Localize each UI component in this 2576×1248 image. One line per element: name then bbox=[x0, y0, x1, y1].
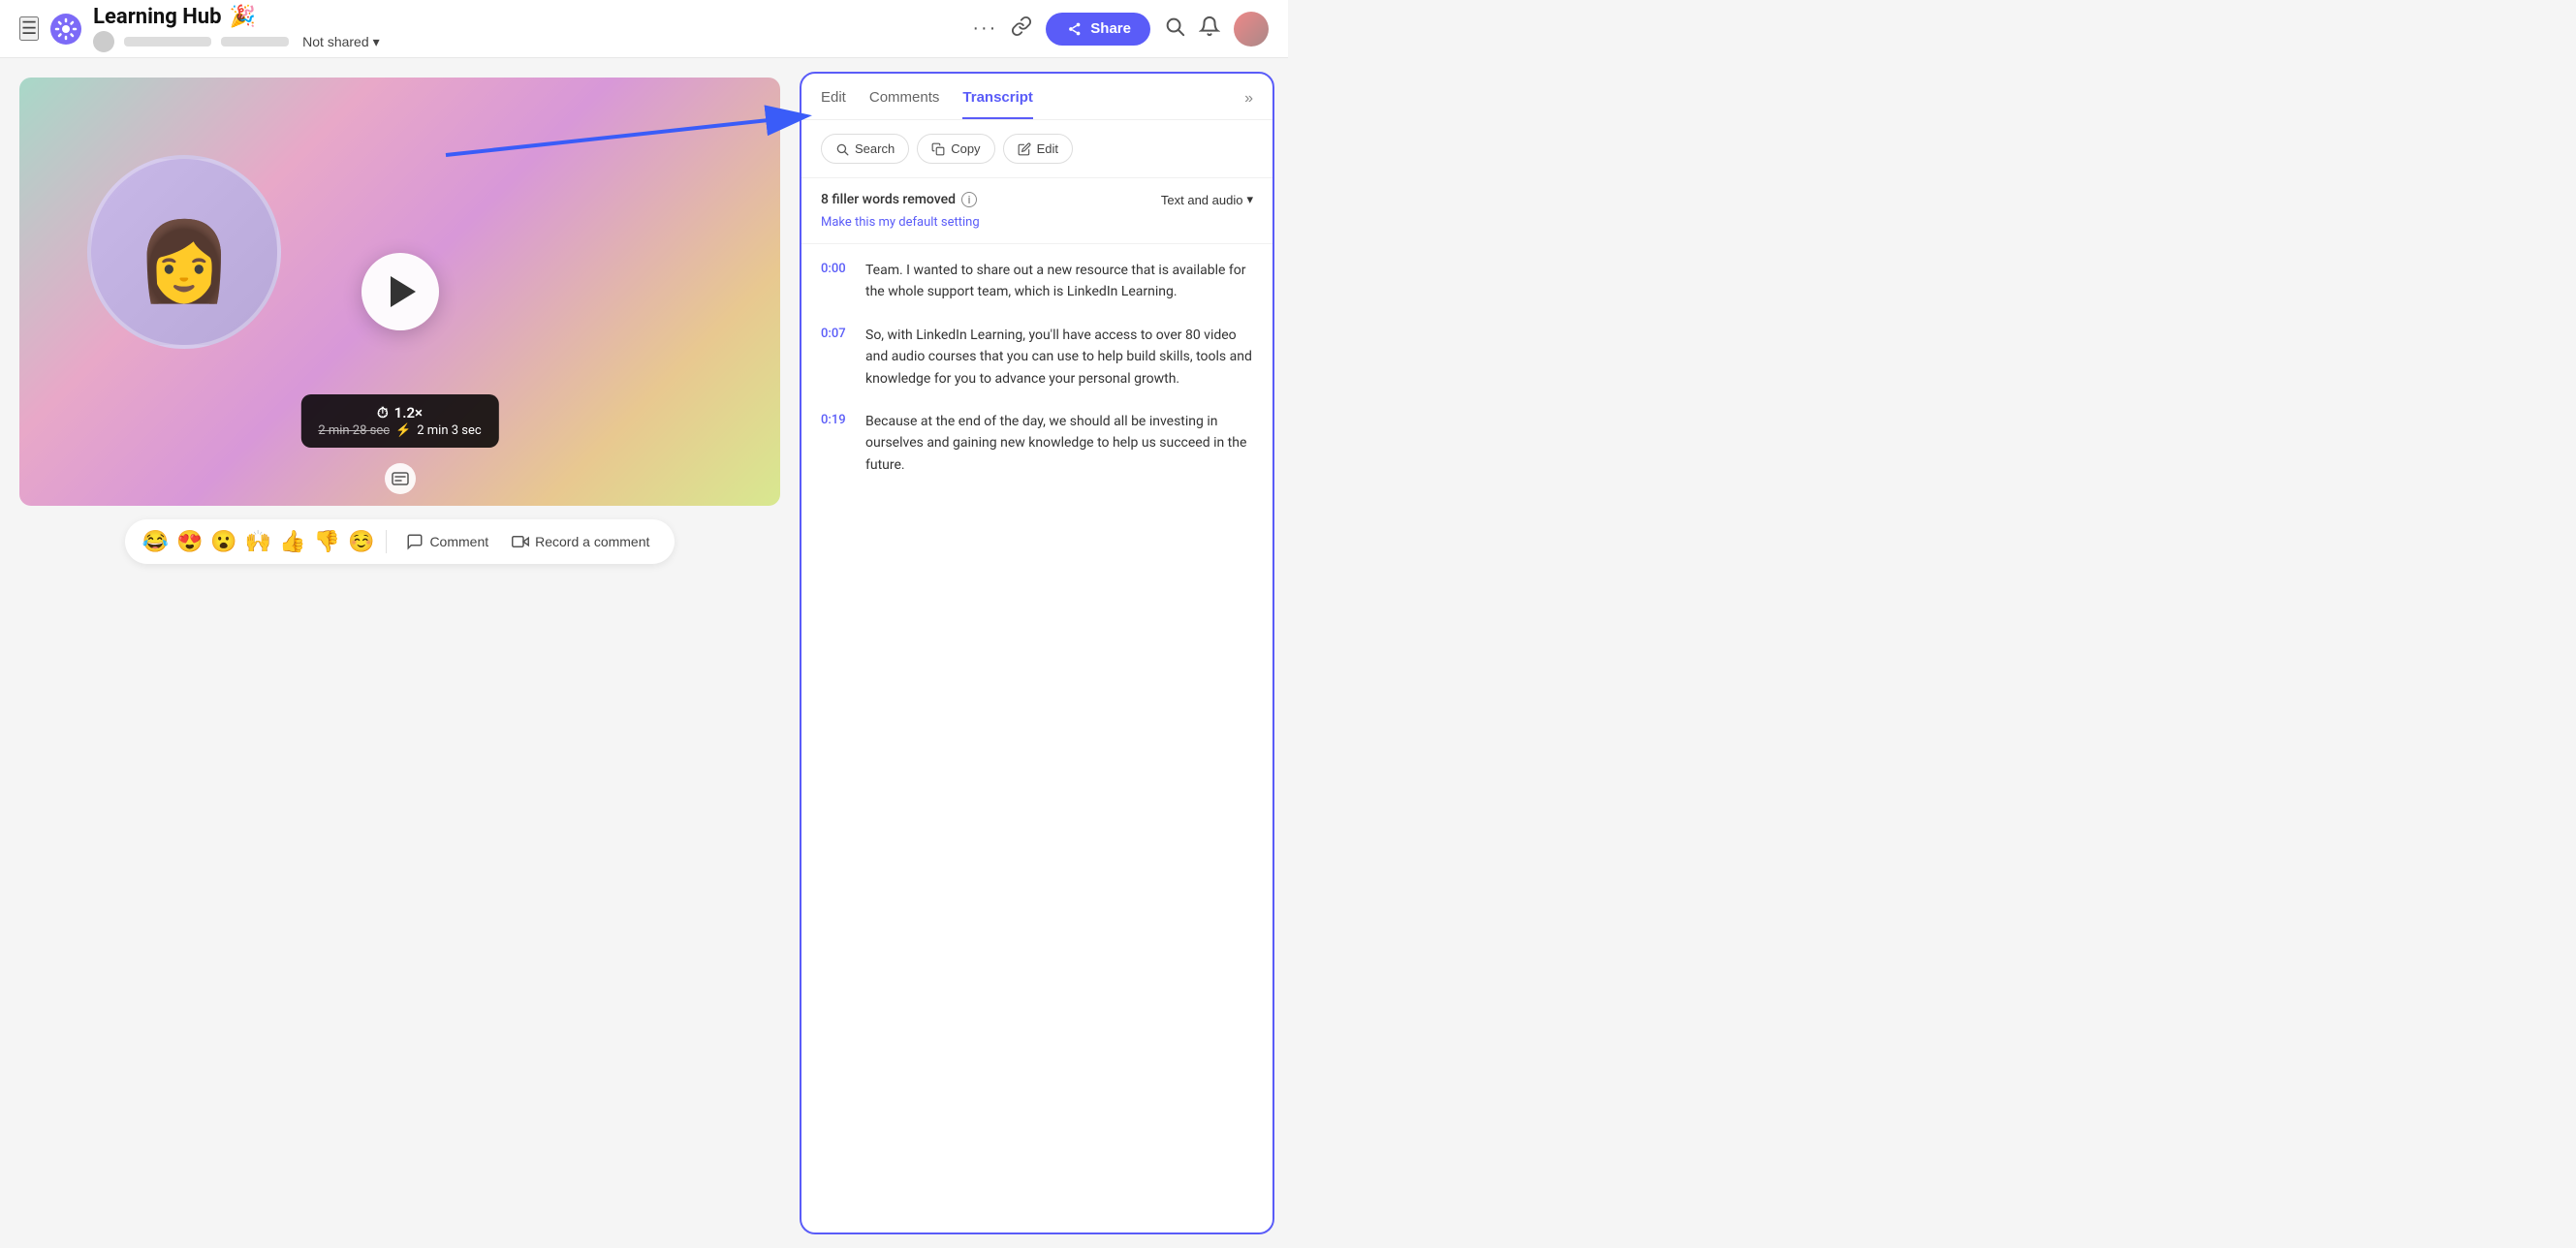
reaction-wow-button[interactable]: 😮 bbox=[210, 529, 236, 554]
speed-indicator: ⏱ 1.2× bbox=[377, 404, 423, 421]
menu-button[interactable]: ☰ bbox=[19, 16, 39, 41]
transcript-content: 0:00 Team. I wanted to share out a new r… bbox=[801, 244, 1272, 1232]
captions-button[interactable] bbox=[385, 463, 416, 494]
duration-info: 2 min 28 sec ⚡ 2 min 3 sec bbox=[318, 423, 481, 438]
sharing-status-label: Not shared bbox=[302, 34, 368, 49]
timestamp-1[interactable]: 0:07 bbox=[821, 325, 852, 390]
copy-icon bbox=[931, 142, 945, 156]
search-label: Search bbox=[855, 141, 895, 156]
reaction-laugh-button[interactable]: 😂 bbox=[142, 529, 169, 554]
edit-transcript-button[interactable]: Edit bbox=[1003, 134, 1073, 164]
speed-icon: ⏱ bbox=[377, 404, 389, 421]
filler-label: 8 filler words removed i bbox=[821, 192, 977, 207]
more-options-button[interactable]: ··· bbox=[972, 17, 997, 40]
copy-link-button[interactable] bbox=[1011, 16, 1032, 42]
page-title: Learning Hub 🎉 bbox=[93, 5, 384, 29]
filler-count: 8 filler words removed bbox=[821, 192, 956, 207]
sharing-status-button[interactable]: Not shared ▾ bbox=[298, 32, 384, 52]
new-duration: 2 min 3 sec bbox=[417, 423, 481, 438]
reaction-thumbsdown-button[interactable]: 👎 bbox=[314, 529, 340, 554]
tab-transcript[interactable]: Transcript bbox=[962, 89, 1033, 119]
link-icon bbox=[1011, 16, 1032, 37]
search-icon bbox=[1164, 16, 1185, 37]
share-icon bbox=[1065, 20, 1083, 38]
notifications-button[interactable] bbox=[1199, 16, 1220, 43]
transcript-text-0: Team. I wanted to share out a new resour… bbox=[865, 260, 1253, 303]
reaction-love-button[interactable]: 😍 bbox=[176, 529, 203, 554]
global-search-button[interactable] bbox=[1164, 16, 1185, 43]
chevron-down-icon: ▾ bbox=[373, 34, 380, 50]
expand-panel-button[interactable]: » bbox=[1244, 90, 1253, 119]
tab-comments[interactable]: Comments bbox=[869, 89, 940, 119]
author-date bbox=[221, 37, 289, 47]
bell-icon bbox=[1199, 16, 1220, 37]
reaction-celebrate-button[interactable]: 🙌 bbox=[245, 529, 271, 554]
search-transcript-button[interactable]: Search bbox=[821, 134, 909, 164]
reaction-thumbsup-button[interactable]: 👍 bbox=[279, 529, 305, 554]
share-label: Share bbox=[1090, 20, 1131, 37]
app-logo bbox=[48, 12, 83, 47]
chevron-down-icon: ▾ bbox=[1246, 192, 1253, 207]
original-duration: 2 min 28 sec bbox=[318, 423, 390, 438]
transcript-toolbar: Search Copy Edit bbox=[801, 120, 1272, 178]
main-content: 👩 ⏱ 1.2× 2 min 28 sec ⚡ 2 min 3 sec bbox=[0, 58, 1288, 1248]
timestamp-2[interactable]: 0:19 bbox=[821, 411, 852, 476]
timestamp-0[interactable]: 0:00 bbox=[821, 260, 852, 303]
dropdown-label: Text and audio bbox=[1161, 193, 1243, 207]
reaction-bar: 😂 😍 😮 🙌 👍 👎 ☺️ Comment Record a comment bbox=[125, 519, 675, 564]
transcript-entry-1: 0:07 So, with LinkedIn Learning, you'll … bbox=[821, 325, 1253, 390]
video-area: 👩 ⏱ 1.2× 2 min 28 sec ⚡ 2 min 3 sec bbox=[0, 58, 800, 1248]
person-icon: 👩 bbox=[136, 216, 233, 307]
transcript-text-1: So, with LinkedIn Learning, you'll have … bbox=[865, 325, 1253, 390]
author-avatar bbox=[93, 31, 114, 52]
transcript-panel: Edit Comments Transcript » Search Copy bbox=[800, 72, 1274, 1234]
transcript-entry-2: 0:19 Because at the end of the day, we s… bbox=[821, 411, 1253, 476]
filler-words-section: 8 filler words removed i Text and audio … bbox=[801, 178, 1272, 244]
transcript-text-2: Because at the end of the day, we should… bbox=[865, 411, 1253, 476]
header-right: ··· Share bbox=[972, 12, 1269, 47]
edit-label: Edit bbox=[1037, 141, 1058, 156]
play-button[interactable] bbox=[361, 253, 439, 330]
filler-row: 8 filler words removed i Text and audio … bbox=[821, 192, 1253, 207]
video-person-thumbnail: 👩 bbox=[87, 155, 281, 349]
copy-label: Copy bbox=[951, 141, 980, 156]
author-name bbox=[124, 37, 211, 47]
header-left: ☰ Learning Hub 🎉 bbox=[19, 5, 960, 52]
comment-icon bbox=[406, 533, 424, 550]
search-icon bbox=[835, 142, 849, 156]
tab-edit[interactable]: Edit bbox=[821, 89, 846, 119]
comment-label: Comment bbox=[429, 534, 488, 549]
title-section: Learning Hub 🎉 Not shared ▾ bbox=[93, 5, 384, 52]
speed-value: 1.2× bbox=[394, 404, 423, 421]
captions-icon bbox=[392, 472, 409, 485]
header-meta: Not shared ▾ bbox=[93, 31, 384, 52]
share-button[interactable]: Share bbox=[1046, 13, 1150, 46]
info-icon[interactable]: i bbox=[961, 192, 977, 207]
record-comment-label: Record a comment bbox=[535, 534, 649, 549]
default-setting-link[interactable]: Make this my default setting bbox=[821, 215, 1253, 230]
lightning-icon: ⚡ bbox=[395, 423, 411, 438]
edit-icon bbox=[1018, 142, 1031, 156]
copy-transcript-button[interactable]: Copy bbox=[917, 134, 994, 164]
record-comment-button[interactable]: Record a comment bbox=[504, 529, 657, 554]
play-triangle-icon bbox=[391, 276, 416, 307]
text-audio-dropdown[interactable]: Text and audio ▾ bbox=[1161, 192, 1253, 207]
divider bbox=[386, 530, 387, 553]
transcript-entry-0: 0:00 Team. I wanted to share out a new r… bbox=[821, 260, 1253, 303]
user-avatar[interactable] bbox=[1234, 12, 1269, 47]
video-player[interactable]: 👩 ⏱ 1.2× 2 min 28 sec ⚡ 2 min 3 sec bbox=[19, 78, 780, 506]
app-header: ☰ Learning Hub 🎉 bbox=[0, 0, 1288, 58]
panel-tabs: Edit Comments Transcript » bbox=[801, 74, 1272, 120]
comment-button[interactable]: Comment bbox=[398, 529, 496, 554]
camera-icon bbox=[512, 533, 529, 550]
title-emoji: 🎉 bbox=[230, 5, 256, 29]
reaction-more-button[interactable]: ☺️ bbox=[348, 529, 374, 554]
title-text: Learning Hub bbox=[93, 5, 221, 29]
playback-speed-badge: ⏱ 1.2× 2 min 28 sec ⚡ 2 min 3 sec bbox=[300, 394, 498, 448]
